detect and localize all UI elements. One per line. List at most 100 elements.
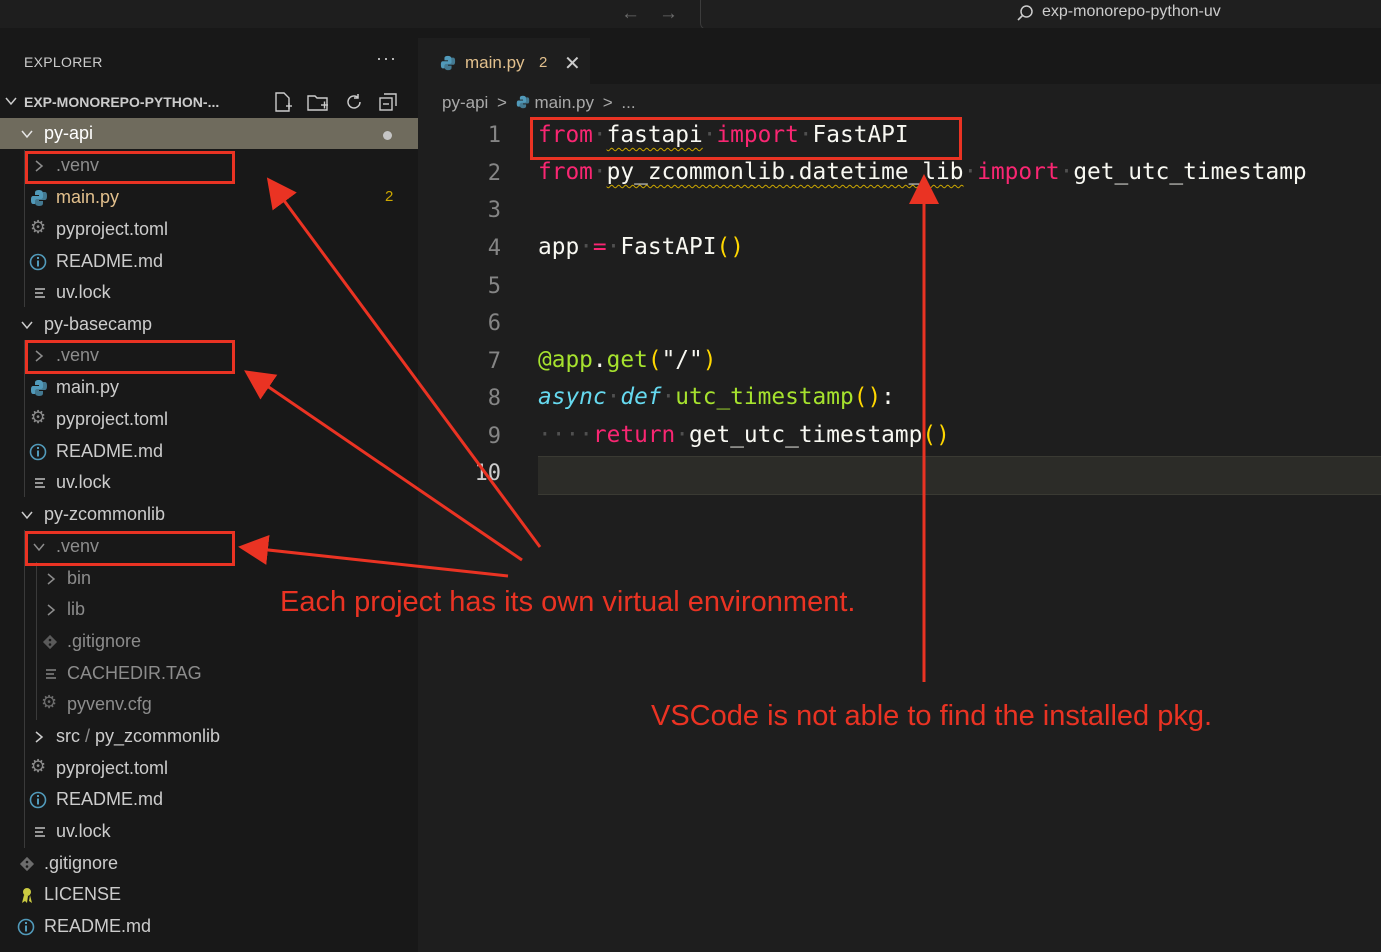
gear-icon: ⚙: [41, 692, 58, 712]
line-number: 4: [487, 236, 501, 261]
tree-file-cachedir-tag[interactable]: CACHEDIR.TAG: [0, 658, 418, 689]
code-line-9[interactable]: ····return·get_utc_timestamp(): [538, 422, 950, 448]
tree-file-license[interactable]: LICENSE: [0, 879, 418, 910]
problems-badge: 2: [385, 188, 394, 205]
tab-problems-badge: 2: [539, 54, 548, 71]
code-line-4[interactable]: app·=·FastAPI(): [538, 234, 744, 260]
tree-file-pyproject[interactable]: ⚙ pyproject.toml: [0, 404, 418, 435]
close-icon[interactable]: ✕: [564, 51, 581, 76]
workspace-actions: [272, 91, 407, 118]
tree-file-readme[interactable]: README.md: [0, 784, 418, 815]
tree-file-pyproject[interactable]: ⚙ pyproject.toml: [0, 214, 418, 245]
annotation-note-venv: Each project has its own virtual environ…: [280, 586, 856, 618]
lines-icon: [35, 478, 45, 488]
tab-main-py[interactable]: main.py 2 ✕: [418, 38, 590, 85]
tree-label: README.md: [56, 441, 164, 461]
tree-file-readme[interactable]: README.md: [0, 911, 418, 942]
highlight-box-venv-py-basecamp: [25, 340, 235, 374]
arrow-right-icon[interactable]: →: [659, 3, 678, 25]
tree-label: .gitignore: [67, 631, 142, 651]
git-icon: [42, 634, 58, 650]
tree-label: uv.lock: [56, 472, 111, 492]
tree-file-pyvenv-cfg[interactable]: ⚙ pyvenv.cfg: [0, 689, 418, 720]
lines-icon: [35, 288, 45, 298]
command-center-label: exp-monorepo-python-uv: [1042, 3, 1221, 20]
title-bar: ← → exp-monorepo-python-uv: [0, 0, 1381, 30]
tab-label: main.py: [465, 53, 525, 72]
python-icon: [440, 55, 456, 71]
command-center[interactable]: [700, 0, 1381, 30]
code-line-7[interactable]: @app.get("/"): [538, 347, 716, 373]
tree-file-uv-lock[interactable]: uv.lock: [0, 816, 418, 847]
tree-folder-src[interactable]: src / py_zcommonlib: [0, 721, 418, 752]
lines-icon: [35, 827, 45, 837]
tree-label: CACHEDIR.TAG: [67, 663, 202, 683]
license-icon: [22, 888, 32, 903]
new-folder-icon[interactable]: [306, 91, 330, 113]
tree-file-main-py[interactable]: main.py 2: [0, 182, 418, 213]
git-icon: [19, 856, 35, 872]
arrow-left-icon[interactable]: ←: [621, 3, 640, 25]
tree-label: pyproject.toml: [56, 219, 169, 239]
breadcrumb-file[interactable]: main.py: [534, 93, 594, 112]
tree-label: README.md: [44, 916, 152, 936]
line-number: 3: [487, 198, 501, 223]
search-icon: [1017, 5, 1033, 21]
collapse-all-icon[interactable]: [377, 91, 399, 113]
tree-label: pyproject.toml: [56, 758, 169, 778]
refresh-icon[interactable]: [343, 91, 365, 113]
tree-file-gitignore[interactable]: .gitignore: [0, 848, 418, 879]
python-icon: [516, 95, 529, 109]
chevron-down-icon: [5, 97, 17, 106]
breadcrumb-separator: >: [602, 93, 613, 112]
info-icon: [29, 791, 47, 809]
breadcrumb-more[interactable]: ...: [621, 93, 635, 112]
gear-icon: ⚙: [30, 756, 47, 776]
tree-label: LICENSE: [44, 884, 122, 904]
tree-folder-py-zcommonlib[interactable]: py-zcommonlib: [0, 499, 418, 530]
tree-file-readme[interactable]: README.md: [0, 436, 418, 467]
tree-file-uv-lock[interactable]: uv.lock: [0, 277, 418, 308]
more-actions-icon[interactable]: ···: [376, 48, 397, 69]
line-number: 8: [487, 386, 501, 411]
highlight-box-import-line: [530, 117, 962, 160]
annotation-note-pkg: VSCode is not able to find the installed…: [651, 700, 1213, 732]
tree-file-main-py[interactable]: main.py: [0, 372, 418, 403]
tree-label: .gitignore: [44, 853, 119, 873]
tree-label: main.py: [56, 377, 120, 397]
info-icon: [29, 253, 47, 271]
explorer-title: EXPLORER: [24, 54, 103, 70]
line-number: 9: [487, 424, 501, 449]
line-number: 7: [487, 349, 501, 374]
new-file-icon[interactable]: [272, 91, 294, 113]
code-line-8[interactable]: async·def·utc_timestamp():: [538, 384, 895, 410]
tree-file-pyproject[interactable]: ⚙ pyproject.toml: [0, 753, 418, 784]
info-icon: [17, 918, 35, 936]
tree-label: src / py_zcommonlib: [56, 726, 221, 746]
chevron-down-icon: [21, 511, 33, 520]
tree-label: py-api: [44, 123, 94, 143]
tree-file-gitignore[interactable]: .gitignore: [0, 626, 418, 657]
chevron-right-icon: [47, 573, 56, 585]
chevron-down-icon: [21, 130, 33, 139]
line-number: 2: [487, 161, 501, 186]
breadcrumb-folder[interactable]: py-api: [442, 93, 488, 112]
tree-file-readme[interactable]: README.md: [0, 246, 418, 277]
python-icon: [31, 190, 47, 206]
code-line-2[interactable]: from·py_zcommonlib.datetime_lib·import·g…: [538, 159, 1307, 185]
tree-folder-py-basecamp[interactable]: py-basecamp: [0, 309, 418, 340]
gear-icon: ⚙: [30, 217, 47, 237]
workspace-header[interactable]: EXP-MONOREPO-PYTHON-...: [0, 88, 418, 118]
lines-icon: [46, 669, 56, 679]
chevron-right-icon: [47, 604, 56, 616]
highlight-box-venv-py-zcommonlib: [25, 531, 235, 566]
line-number: 1: [487, 123, 501, 148]
tree-label: README.md: [56, 789, 164, 809]
highlight-box-venv-py-api: [25, 151, 235, 184]
tree-file-uv-lock[interactable]: uv.lock: [0, 467, 418, 498]
info-icon: [29, 443, 47, 461]
tree-folder-py-api[interactable]: py-api: [0, 118, 418, 149]
tree-label: bin: [67, 568, 92, 588]
tree-label: uv.lock: [56, 821, 111, 841]
python-icon: [31, 380, 47, 396]
